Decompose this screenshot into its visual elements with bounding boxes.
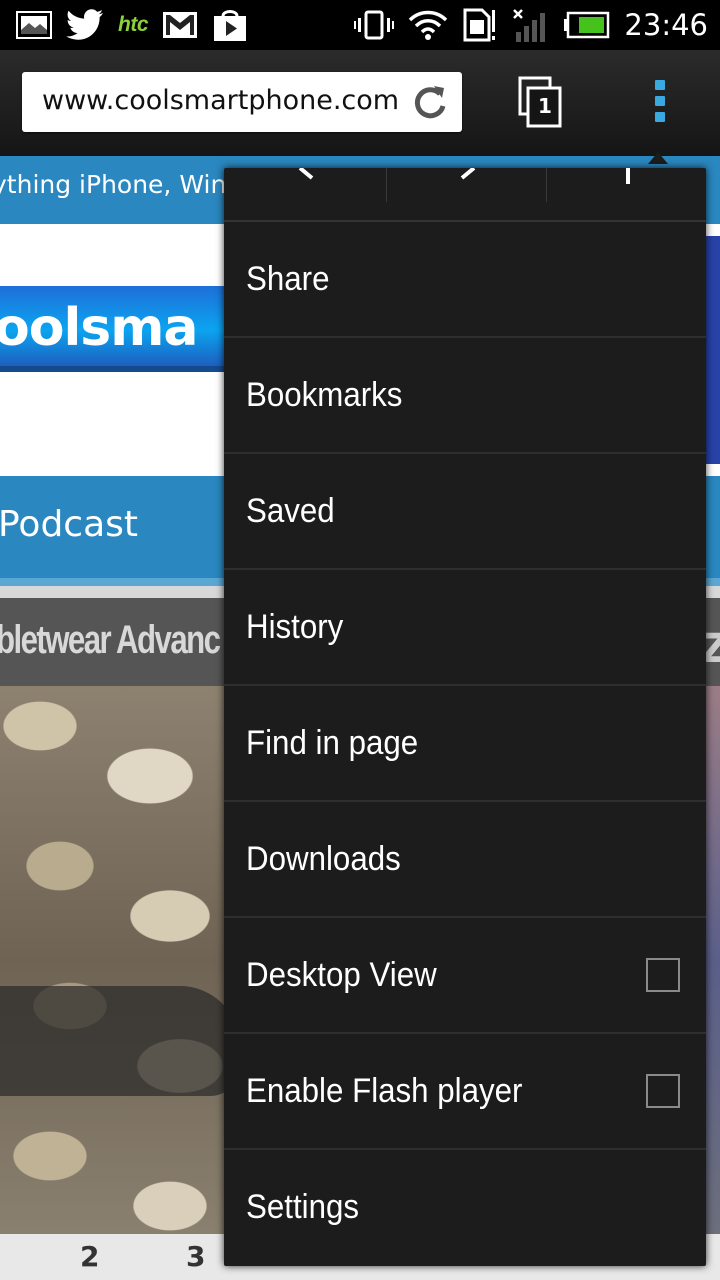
menu-item-label: Saved — [246, 492, 335, 530]
menu-item-label: Downloads — [246, 840, 401, 878]
site-tagline: ything iPhone, Winc — [0, 170, 241, 199]
menu-pointer — [648, 152, 668, 164]
pager-page-3[interactable]: 3 — [186, 1240, 205, 1273]
menu-item-label: Share — [246, 260, 330, 298]
enable-flash-checkbox[interactable] — [646, 1074, 680, 1108]
next-article-image[interactable] — [706, 686, 720, 1234]
menu-item-history[interactable]: History — [224, 570, 706, 686]
url-bar[interactable]: www.coolsmartphone.com — [22, 72, 462, 132]
menu-item-saved[interactable]: Saved — [224, 454, 706, 570]
battery-icon — [564, 11, 610, 39]
play-store-icon — [214, 10, 246, 41]
menu-item-downloads[interactable]: Downloads — [224, 802, 706, 918]
menu-item-bookmarks[interactable]: Bookmarks — [224, 338, 706, 454]
overflow-dot-icon — [655, 112, 665, 122]
reload-icon[interactable] — [410, 82, 450, 122]
tab-count: 1 — [538, 94, 552, 118]
menu-item-settings[interactable]: Settings — [224, 1150, 706, 1266]
browser-toolbar: www.coolsmartphone.com 1 — [0, 50, 720, 156]
article-image-detail — [0, 986, 240, 1096]
overflow-dot-icon — [655, 96, 665, 106]
overflow-menu: Share Bookmarks Saved History Find in pa… — [224, 168, 706, 1266]
site-nav-podcast[interactable]: Podcast — [0, 504, 138, 545]
back-icon — [298, 168, 314, 180]
twitter-icon — [66, 9, 103, 40]
system-icons: 23:46 — [354, 6, 708, 44]
menu-item-label: Bookmarks — [246, 376, 403, 414]
menu-item-label: Desktop View — [246, 956, 437, 994]
menu-item-find-in-page[interactable]: Find in page — [224, 686, 706, 802]
add-bookmark-button[interactable] — [546, 168, 706, 202]
pager-page-2[interactable]: 2 — [80, 1240, 99, 1273]
menu-item-label: Find in page — [246, 724, 419, 762]
menu-item-share[interactable]: Share — [224, 222, 706, 338]
desktop-view-checkbox[interactable] — [646, 958, 680, 992]
forward-icon — [460, 168, 476, 180]
htc-logo: htc — [118, 13, 149, 36]
tabs-button[interactable]: 1 — [516, 74, 564, 130]
gmail-icon — [163, 12, 197, 38]
wifi-icon — [409, 10, 448, 40]
status-bar: htc 23:46 — [0, 0, 720, 50]
url-text[interactable]: www.coolsmartphone.com — [42, 85, 399, 116]
notification-icons: htc — [16, 8, 248, 42]
site-logo[interactable]: oolsma — [0, 298, 198, 358]
menu-nav-row — [224, 168, 706, 222]
gallery-icon — [16, 11, 52, 39]
overflow-dot-icon — [655, 80, 665, 90]
back-button[interactable] — [224, 168, 384, 202]
menu-item-label: Settings — [246, 1188, 360, 1226]
signal-icon — [513, 9, 546, 42]
article-title[interactable]: bletwear Advanc — [0, 618, 221, 663]
clock: 23:46 — [624, 8, 708, 42]
overflow-menu-button[interactable] — [640, 80, 680, 126]
menu-item-label: History — [246, 608, 344, 646]
menu-item-label: Enable Flash player — [246, 1072, 523, 1110]
menu-item-desktop-view[interactable]: Desktop View — [224, 918, 706, 1034]
bookmark-add-icon — [626, 168, 630, 184]
forward-button[interactable] — [386, 168, 546, 202]
vibrate-icon — [354, 10, 395, 40]
menu-item-enable-flash[interactable]: Enable Flash player — [224, 1034, 706, 1150]
sim-icon — [463, 8, 496, 42]
